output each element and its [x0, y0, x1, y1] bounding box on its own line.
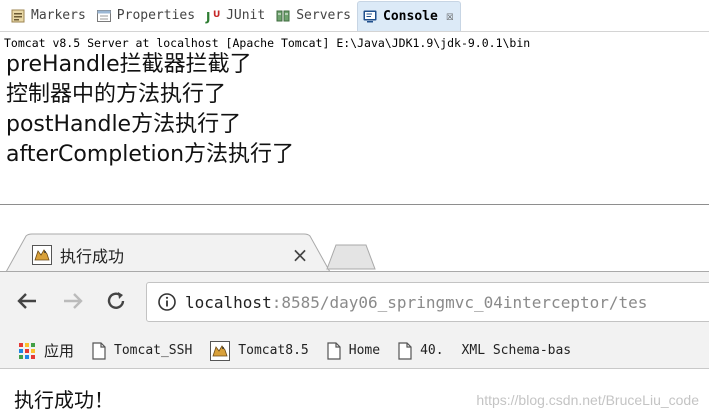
- bookmark-label: Home: [348, 343, 381, 358]
- new-tab-button[interactable]: [326, 244, 376, 270]
- reload-button[interactable]: [103, 288, 129, 314]
- view-tab-bar: Markers Properties JU JUnit Servers Cons…: [0, 0, 709, 32]
- page-icon: [92, 341, 106, 360]
- browser-tab[interactable]: 执行成功 ×: [32, 242, 310, 268]
- bookmark-40[interactable]: 40.: [398, 341, 444, 360]
- console-line: preHandle拦截器拦截了: [6, 52, 252, 77]
- back-button[interactable]: [14, 288, 40, 314]
- svg-text:J: J: [205, 10, 210, 24]
- console-line: 控制器中的方法执行了: [6, 82, 227, 107]
- markers-icon: [10, 8, 26, 24]
- bookmarks-bar: 应用 Tomcat_SSH Tomcat8.5 Home 40. XML Sch…: [0, 333, 709, 369]
- page-content: 执行成功！ https://blog.csdn.net/BruceLiu_cod…: [0, 370, 709, 417]
- tab-properties-label: Properties: [116, 8, 196, 23]
- junit-icon: JU: [205, 8, 221, 24]
- reload-icon: [107, 292, 125, 309]
- page-icon: [327, 341, 341, 360]
- tab-console[interactable]: Console ☒: [357, 0, 461, 31]
- address-bar[interactable]: localhost:8585/day06_springmvc_04interce…: [146, 282, 709, 322]
- console-output: preHandle拦截器拦截了 控制器中的方法执行了 postHandle方法执…: [0, 50, 709, 170]
- properties-icon: [96, 8, 112, 24]
- browser-toolbar: localhost:8585/day06_springmvc_04interce…: [0, 271, 709, 333]
- tab-close-icon[interactable]: ×: [290, 243, 310, 267]
- tomcat-favicon-icon: [32, 245, 52, 265]
- tab-junit-label: JUnit: [226, 8, 266, 23]
- browser-tab-title: 执行成功: [60, 247, 125, 266]
- watermark: https://blog.csdn.net/BruceLiu_code: [476, 392, 699, 408]
- url-path: :8585/day06_springmvc_04interceptor/tes: [271, 292, 648, 312]
- apps-grid-icon: [18, 342, 36, 360]
- bookmark-label: Tomcat8.5: [238, 343, 309, 358]
- console-line: afterCompletion方法执行了: [6, 142, 295, 167]
- browser-tab-strip: 执行成功 ×: [0, 206, 709, 273]
- bookmark-tomcat85[interactable]: Tomcat8.5: [210, 340, 309, 361]
- bookmark-tomcat-ssh[interactable]: Tomcat_SSH: [92, 341, 193, 360]
- back-arrow-icon: [17, 293, 36, 309]
- tab-markers-label: Markers: [31, 8, 86, 23]
- tab-servers-label: Servers: [296, 8, 352, 23]
- info-icon[interactable]: [157, 292, 177, 312]
- bookmark-apps-label: 应用: [44, 342, 75, 360]
- tab-servers[interactable]: Servers: [271, 1, 357, 31]
- console-icon: [362, 8, 378, 24]
- forward-button[interactable]: [60, 288, 86, 314]
- tab-properties[interactable]: Properties: [92, 1, 201, 31]
- bookmark-label: 40.: [420, 343, 444, 358]
- tomcat-icon: [210, 340, 231, 361]
- browser-window: 执行成功 × localhost:8585/day06_springmvc_04…: [0, 206, 709, 417]
- url-text: localhost:8585/day06_springmvc_04interce…: [185, 293, 647, 312]
- eclipse-console-view: Markers Properties JU JUnit Servers Cons…: [0, 0, 709, 205]
- forward-arrow-icon: [64, 293, 83, 309]
- success-message: 执行成功！: [14, 388, 114, 412]
- svg-text:U: U: [213, 10, 220, 20]
- console-line: postHandle方法执行了: [6, 112, 242, 137]
- servers-icon: [275, 8, 291, 24]
- bookmark-label: Tomcat_SSH: [114, 343, 193, 358]
- bookmark-label: XML Schema-bas: [461, 343, 572, 358]
- bookmark-xml-schema[interactable]: XML Schema-bas: [462, 343, 572, 358]
- tab-console-label: Console: [383, 8, 438, 24]
- tab-markers[interactable]: Markers: [6, 1, 92, 31]
- close-icon[interactable]: ☒: [446, 9, 454, 24]
- page-icon: [398, 341, 412, 360]
- tab-junit[interactable]: JU JUnit: [201, 1, 271, 31]
- bookmark-apps[interactable]: 应用: [18, 340, 74, 361]
- bookmark-home[interactable]: Home: [327, 341, 381, 360]
- url-host: localhost: [185, 292, 272, 312]
- console-process-header: Tomcat v8.5 Server at localhost [Apache …: [4, 36, 531, 50]
